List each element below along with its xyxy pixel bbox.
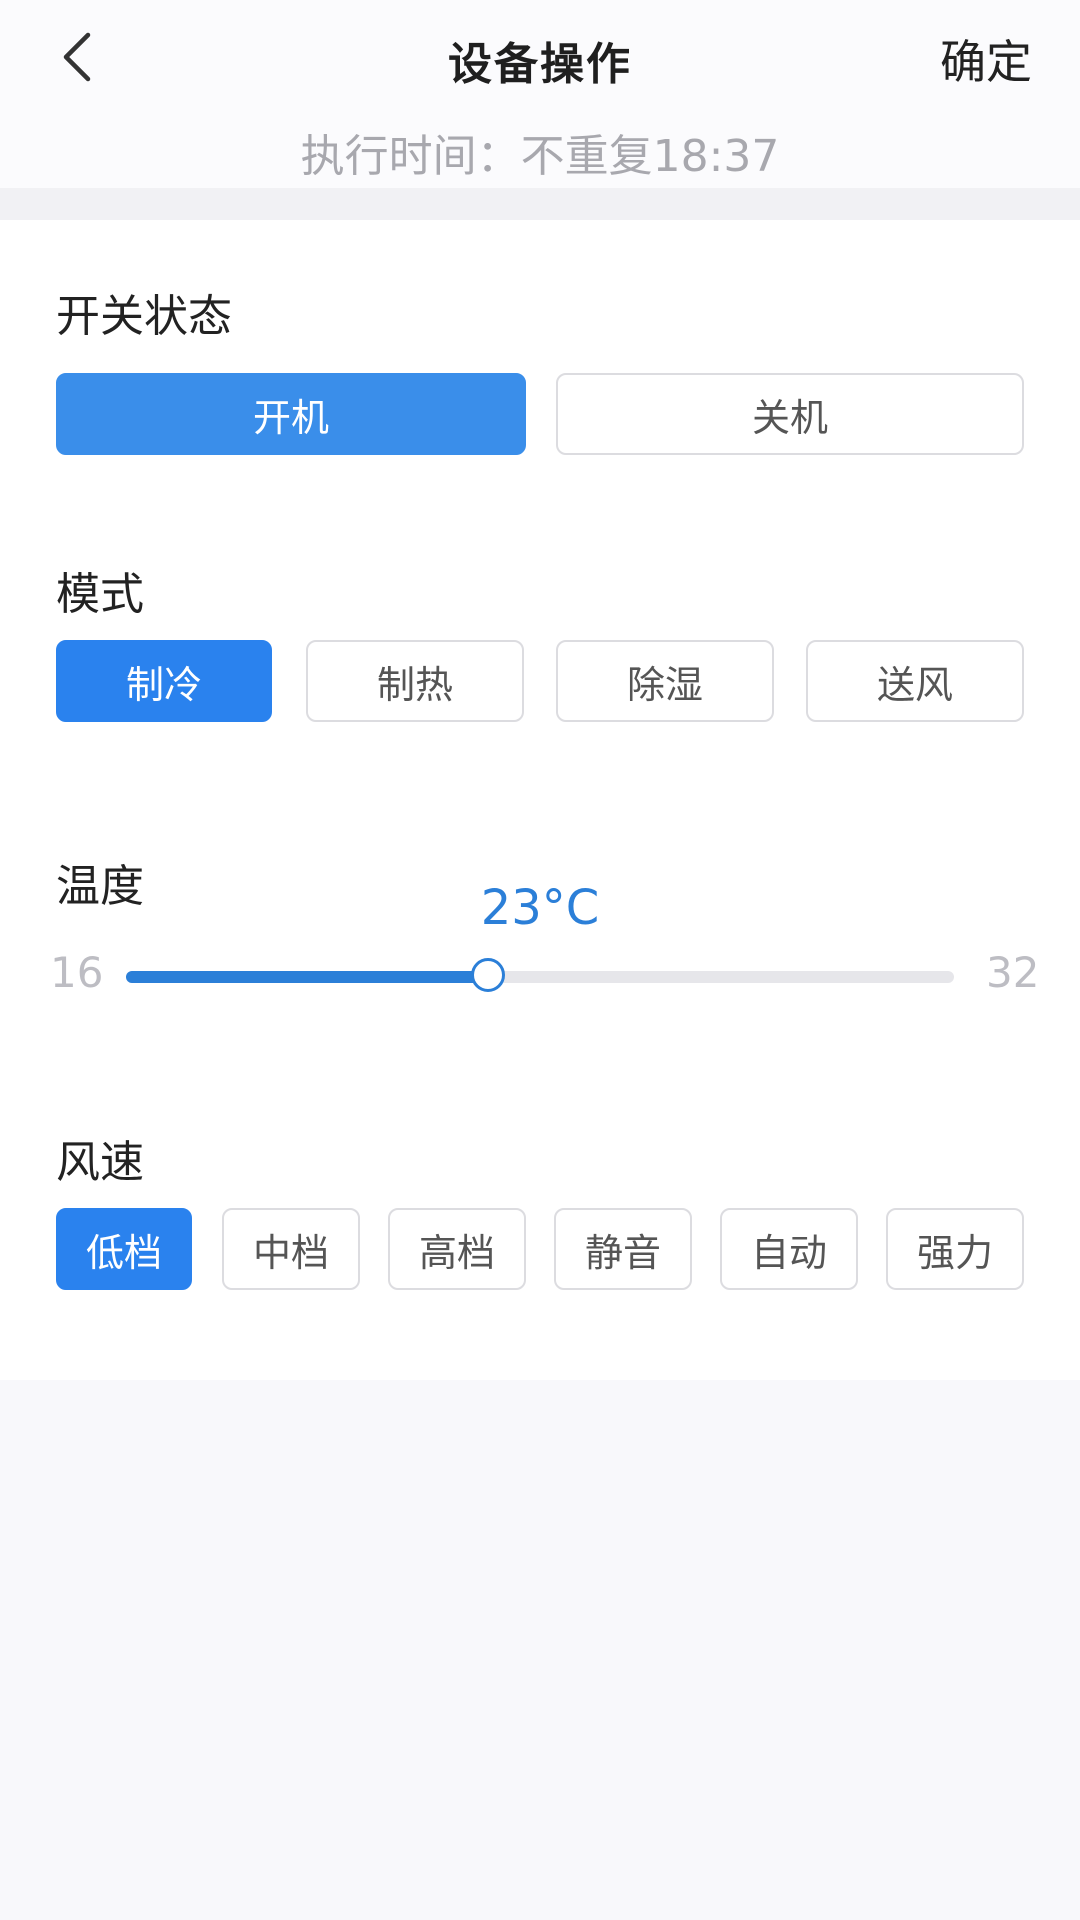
power-off-button[interactable]: 关机 (556, 373, 1024, 455)
header-bar: 设备操作 确定 执行时间：不重复18:37 (0, 0, 1080, 190)
power-on-button[interactable]: 开机 (56, 373, 526, 455)
mode-cool-button[interactable]: 制冷 (56, 640, 272, 722)
section-divider (0, 188, 1080, 220)
fan-low-button[interactable]: 低档 (56, 1208, 192, 1290)
mode-fan-button[interactable]: 送风 (806, 640, 1024, 722)
temperature-value: 23°C (480, 880, 600, 936)
temperature-slider-fill (126, 971, 489, 983)
fan-auto-button[interactable]: 自动 (720, 1208, 858, 1290)
mode-dry-button[interactable]: 除湿 (556, 640, 774, 722)
fan-high-button[interactable]: 高档 (388, 1208, 526, 1290)
temperature-slider-track[interactable] (126, 971, 954, 983)
settings-panel: 开关状态 开机 关机 模式 制冷 制热 除湿 送风 温度 23°C 16 32 … (0, 220, 1080, 1380)
fan-quiet-button[interactable]: 静音 (554, 1208, 692, 1290)
page-title: 设备操作 (448, 39, 632, 90)
fan-medium-button[interactable]: 中档 (222, 1208, 360, 1290)
fan-turbo-button[interactable]: 强力 (886, 1208, 1024, 1290)
temperature-min-label: 16 (50, 948, 104, 997)
confirm-button[interactable]: 确定 (940, 26, 1032, 92)
power-section-label: 开关状态 (56, 291, 232, 342)
temperature-slider-thumb[interactable] (471, 958, 506, 992)
mode-heat-button[interactable]: 制热 (306, 640, 524, 722)
temperature-max-label: 32 (986, 948, 1040, 997)
fan-speed-section-label: 风速 (56, 1137, 144, 1188)
mode-section-label: 模式 (56, 569, 144, 620)
execution-time-text: 执行时间：不重复18:37 (300, 131, 780, 182)
